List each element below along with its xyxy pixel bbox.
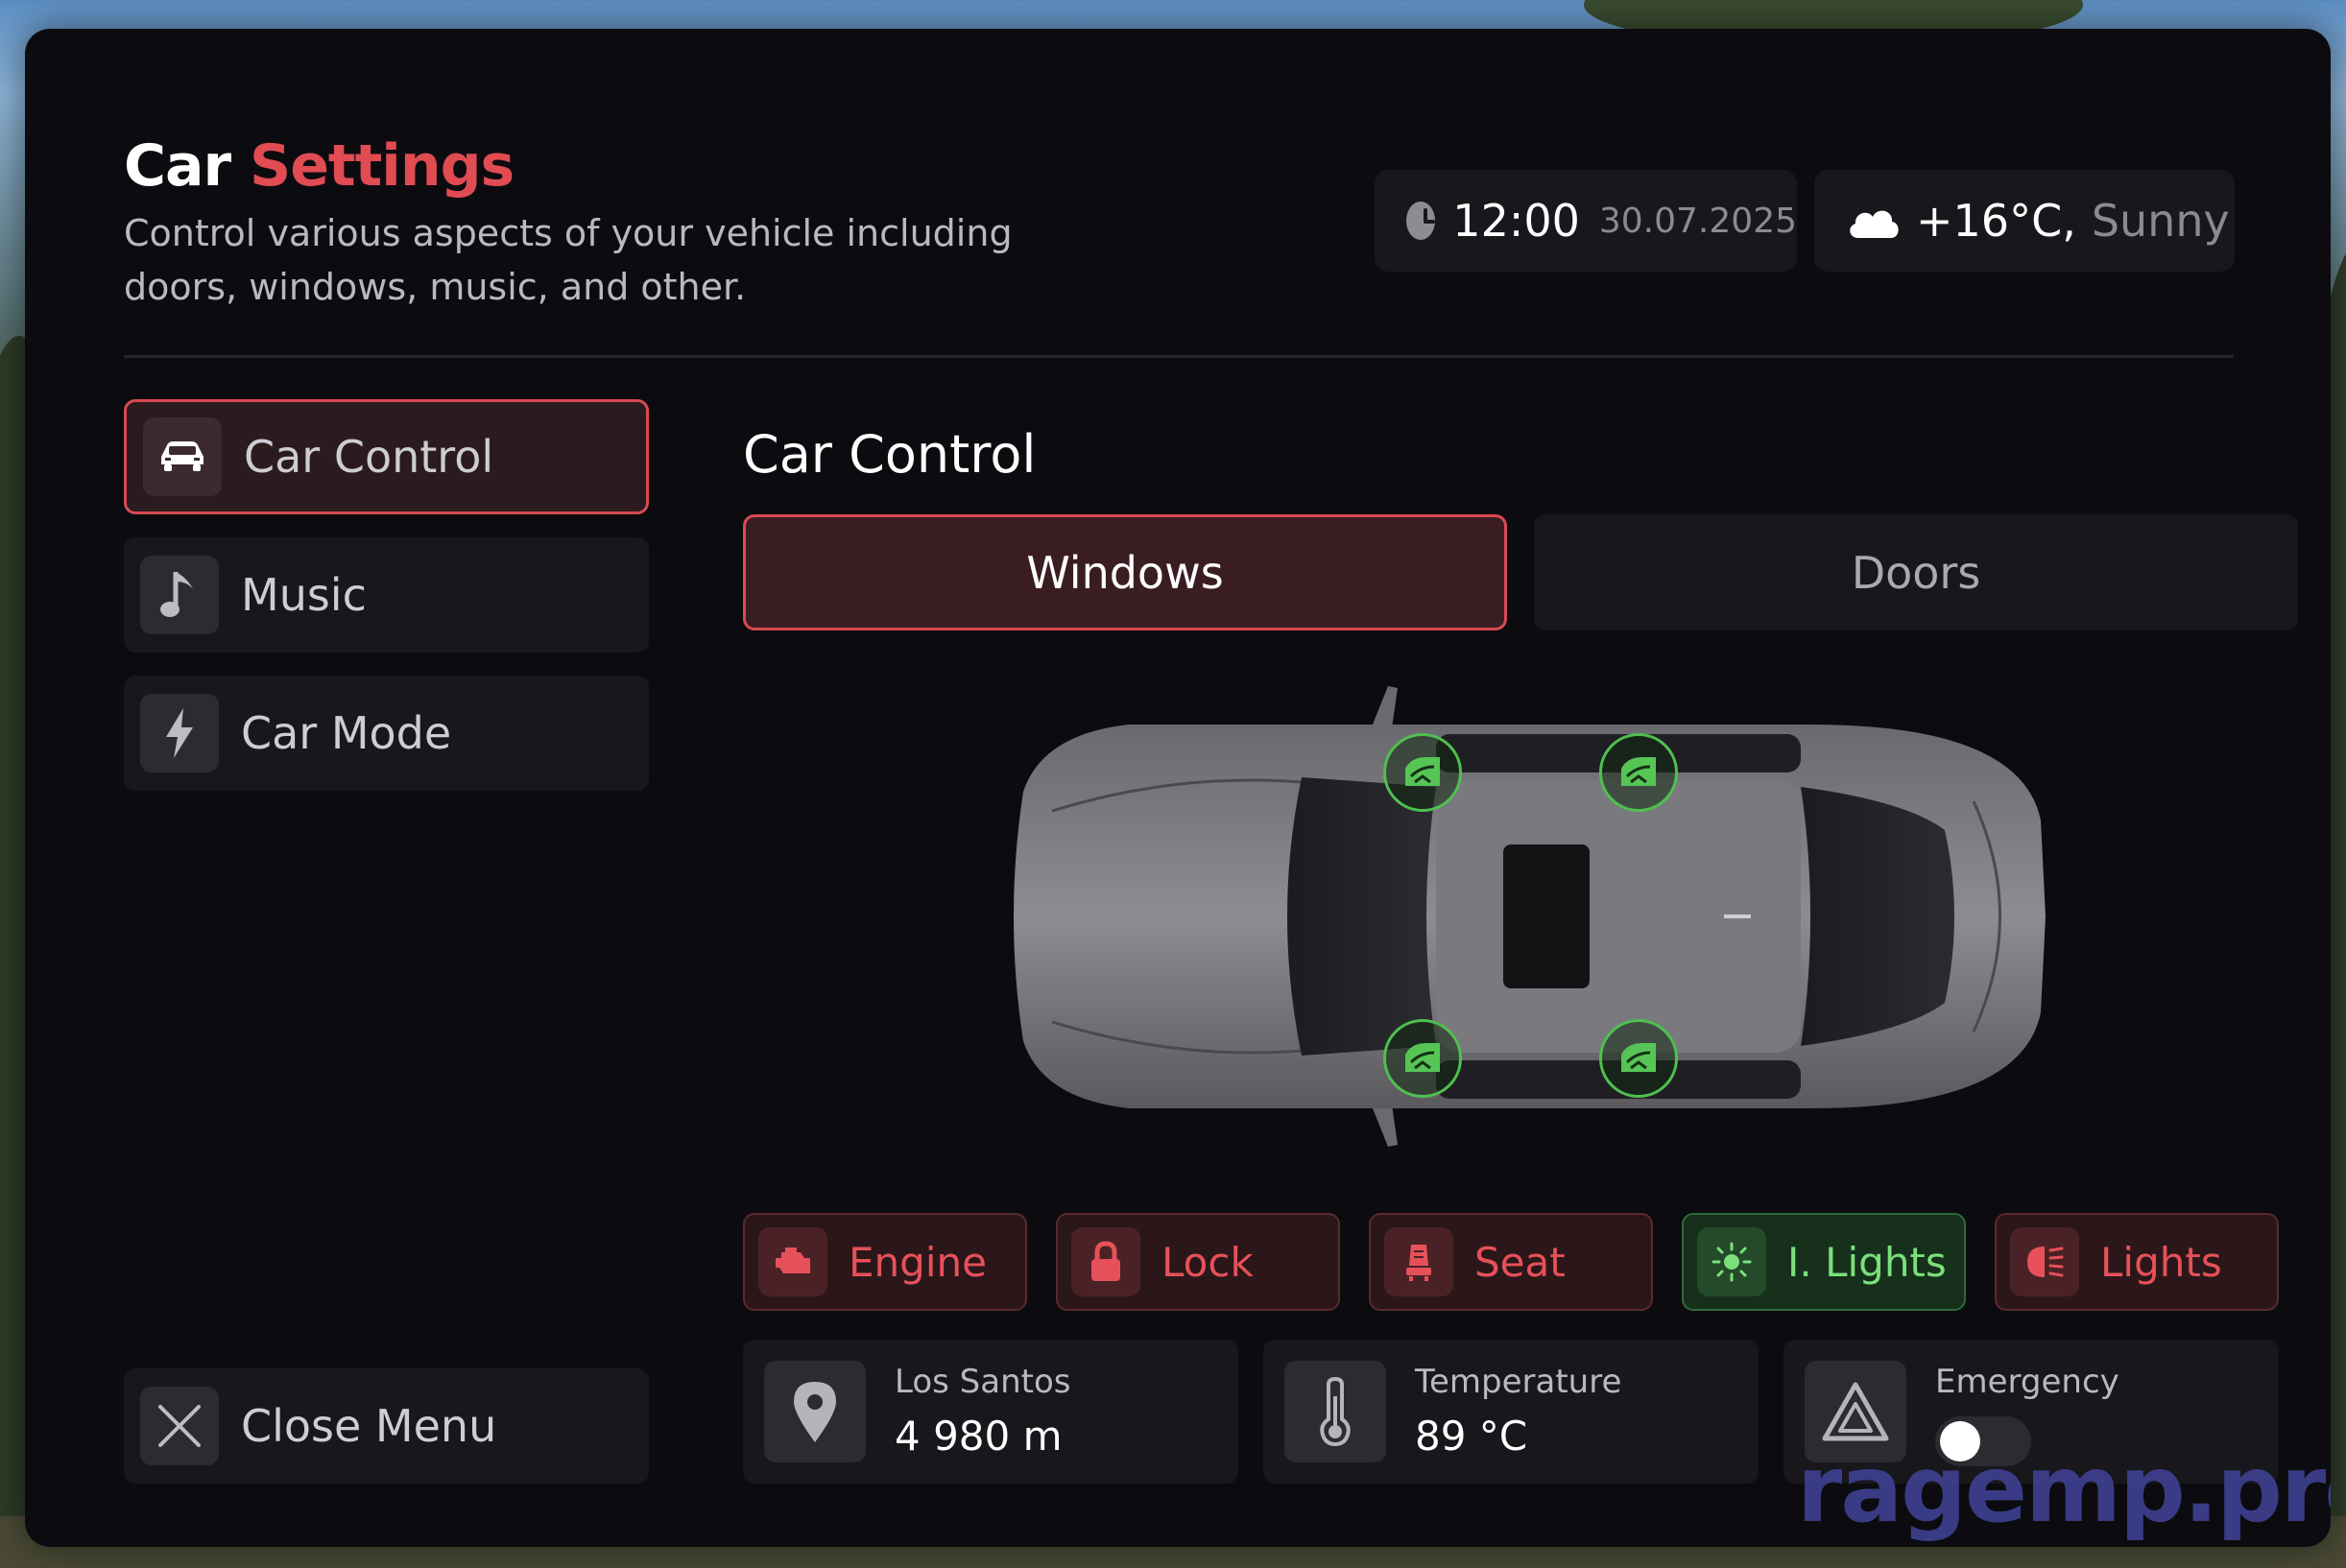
engine-icon [758, 1227, 827, 1296]
action-label: Lights [2100, 1238, 2222, 1286]
cloud-icon [1847, 202, 1901, 240]
title-settings: Settings [250, 132, 515, 200]
window-rear-left-button[interactable] [1599, 733, 1678, 812]
window-front-right-button[interactable] [1383, 1019, 1462, 1098]
window-rear-right-button[interactable] [1599, 1019, 1678, 1098]
action-label: Lock [1161, 1238, 1254, 1286]
lock-icon [1071, 1227, 1140, 1296]
lights-button[interactable]: Lights [1995, 1213, 2279, 1311]
action-label: I. Lights [1787, 1238, 1947, 1286]
header-divider [124, 355, 2234, 358]
close-menu-label: Close Menu [241, 1400, 497, 1452]
weather-temperature: +16°C, [1916, 195, 2076, 247]
clock-icon [1406, 202, 1436, 240]
car-window-icon [1617, 1039, 1660, 1078]
altitude-value: 4 980 m [895, 1413, 1063, 1460]
clock-date: 30.07.2025 [1598, 201, 1797, 241]
sidebar-item-label: Car Mode [241, 707, 452, 759]
tab-doors[interactable]: Doors [1534, 514, 2298, 630]
seat-icon [1384, 1227, 1453, 1296]
engine-button[interactable]: Engine [743, 1213, 1027, 1311]
sidebar-item-car-control[interactable]: Car Control [124, 399, 649, 514]
page-title: Car Settings [124, 132, 515, 200]
lightning-icon [140, 694, 219, 772]
sidebar-item-music[interactable]: Music [124, 537, 649, 653]
title-car: Car [124, 132, 231, 200]
car-icon [143, 417, 222, 496]
music-note-icon [140, 556, 219, 634]
sidebar-item-label: Car Control [244, 431, 494, 483]
location-label: Los Santos [895, 1363, 1071, 1401]
car-top-view [985, 667, 2060, 1166]
sun-icon [1697, 1227, 1766, 1296]
car-window-icon [1401, 753, 1444, 792]
tab-windows[interactable]: Windows [743, 514, 1507, 630]
interior-lights-button[interactable]: I. Lights [1682, 1213, 1966, 1311]
temperature-label: Temperature [1415, 1363, 1622, 1401]
close-icon [140, 1387, 219, 1465]
temperature-card: Temperature 89 °C [1263, 1340, 1759, 1484]
sidebar-item-label: Music [241, 569, 367, 621]
section-title: Car Control [743, 424, 1037, 485]
clock-widget: 12:00 30.07.2025 [1375, 170, 1797, 272]
car-window-icon [1401, 1039, 1444, 1078]
page-subtitle: Control various aspects of your vehicle … [124, 212, 1013, 308]
sidebar-item-car-mode[interactable]: Car Mode [124, 676, 649, 791]
car-image [1014, 686, 2046, 1147]
weather-widget: +16°C, Sunny [1814, 170, 2235, 272]
car-settings-panel: Car Settings Control various aspects of … [25, 29, 2331, 1547]
clock-time: 12:00 [1452, 195, 1580, 247]
headlight-icon [2010, 1227, 2079, 1296]
thermometer-icon [1284, 1361, 1386, 1462]
emergency-label: Emergency [1935, 1363, 2119, 1401]
map-pin-icon [764, 1361, 866, 1462]
close-menu-button[interactable]: Close Menu [124, 1368, 649, 1484]
seat-button[interactable]: Seat [1369, 1213, 1653, 1311]
action-label: Seat [1474, 1238, 1566, 1286]
lock-button[interactable]: Lock [1056, 1213, 1340, 1311]
window-front-left-button[interactable] [1383, 733, 1462, 812]
temperature-value: 89 °C [1415, 1413, 1528, 1460]
car-window-icon [1617, 753, 1660, 792]
location-card: Los Santos 4 980 m [743, 1340, 1238, 1484]
watermark: ragemp.pro [1797, 1436, 2331, 1543]
weather-condition: Sunny [2091, 195, 2230, 247]
action-label: Engine [849, 1238, 987, 1286]
